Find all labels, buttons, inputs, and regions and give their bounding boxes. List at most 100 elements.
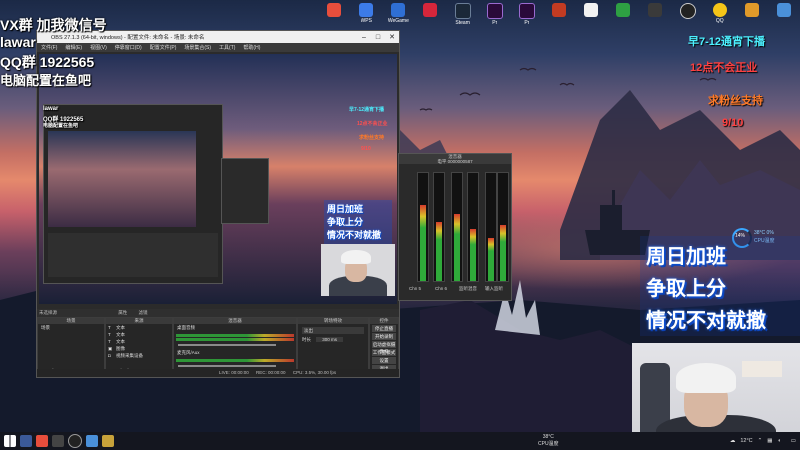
taskbar-app-icon[interactable] bbox=[36, 435, 48, 447]
stop-stream-button[interactable]: 停止直播 bbox=[372, 325, 396, 332]
menu-scene-collection[interactable]: 场景集合(S) bbox=[184, 44, 211, 51]
text-icon: T bbox=[108, 325, 111, 330]
nested-overlay-text: lawar bbox=[43, 106, 59, 112]
volume-slider[interactable] bbox=[178, 365, 276, 367]
menu-edit[interactable]: 编辑(E) bbox=[65, 44, 82, 51]
overlay-qq-text: QQ群 1922565 bbox=[0, 54, 95, 70]
weather-temp: 12°C bbox=[740, 438, 753, 444]
properties-button[interactable]: 属性 bbox=[118, 310, 127, 315]
no-source-label: 未选择源 bbox=[39, 310, 57, 315]
maximize-icon[interactable]: □ bbox=[371, 34, 385, 41]
duration-input[interactable]: 300 ms bbox=[316, 337, 344, 342]
advanced-mixer-panel[interactable]: 混音器 电平 0000000587 Chn 5 Chn 6 监听混音 输入监听 bbox=[398, 153, 512, 301]
mixer-channel[interactable] bbox=[433, 172, 445, 282]
nested-overlay-right: 求粉丝支持 bbox=[359, 135, 385, 141]
menu-profile[interactable]: 配置文件(P) bbox=[150, 44, 177, 51]
overlay-notice-text: 12点不会正业 bbox=[690, 62, 758, 74]
taskbar-obs-icon[interactable] bbox=[68, 434, 82, 448]
desktop-icon[interactable] bbox=[607, 0, 639, 30]
volume-slider[interactable] bbox=[178, 344, 276, 346]
taskbar-app-icon[interactable] bbox=[86, 435, 98, 447]
studio-mode-button[interactable]: 工作室模式 bbox=[372, 349, 396, 356]
source-item[interactable]: ▣ 图像 bbox=[106, 345, 172, 352]
windows-start-icon[interactable] bbox=[4, 435, 16, 447]
desktop-icon[interactable] bbox=[318, 0, 350, 30]
obs-preview[interactable]: lawar QQ群 1922565 电脑配置在鱼吧 早7-12通宵下播 12点不… bbox=[39, 54, 397, 304]
premiere-icon bbox=[486, 3, 503, 19]
mixer-channel[interactable] bbox=[467, 172, 479, 282]
taskbar-app-icon[interactable] bbox=[20, 435, 32, 447]
volume-icon[interactable]: ◖ bbox=[777, 438, 780, 444]
mixer-channel-label: 麦克风/Aux bbox=[177, 350, 200, 355]
obs-docks-area: 未选择源 属性 滤镜 场景 场景 + − ⌃ ⌄ 来源 T文本 T文本 T文本 … bbox=[37, 309, 399, 377]
desktop-icon[interactable] bbox=[639, 0, 671, 30]
desktop-icon[interactable]: Steam bbox=[447, 0, 479, 30]
level-bar bbox=[436, 221, 442, 281]
menu-docks[interactable]: 停靠窗口(D) bbox=[115, 44, 142, 51]
desktop-icon[interactable]: Pr bbox=[511, 0, 543, 30]
desktop-icon[interactable]: QQ bbox=[704, 0, 736, 30]
desktop-icon[interactable] bbox=[768, 0, 800, 30]
scene-item[interactable]: 场景 bbox=[38, 324, 104, 331]
app-icon bbox=[327, 3, 342, 17]
desktop-icon[interactable]: WPS bbox=[350, 0, 382, 30]
tray-chevron-icon[interactable]: ⌃ bbox=[758, 438, 763, 444]
filters-button[interactable]: 滤镜 bbox=[139, 310, 148, 315]
nested-overlay-right: 12点不会正业 bbox=[357, 121, 388, 127]
desktop-icon-row: WPS WeGame Steam Pr Pr QQ bbox=[318, 0, 800, 30]
menu-help[interactable]: 帮助(H) bbox=[243, 44, 260, 51]
steam-icon bbox=[454, 3, 471, 19]
source-item[interactable]: ◘ 视频采集设备 bbox=[106, 352, 172, 359]
close-icon[interactable]: ✕ bbox=[385, 33, 399, 41]
taskbar-app-icon[interactable] bbox=[52, 435, 64, 447]
menu-view[interactable]: 视图(V) bbox=[90, 44, 107, 51]
banner-panel: 周日加班 争取上分 情况不对就撤 bbox=[640, 236, 800, 336]
settings-button[interactable]: 设置 bbox=[372, 357, 396, 364]
channel-label: Chn 6 bbox=[435, 286, 448, 291]
overlay-rank-text: 9/10 bbox=[722, 117, 744, 129]
desktop-icon[interactable] bbox=[672, 0, 704, 30]
overlay-id-text: lawar bbox=[0, 34, 36, 50]
desktop-icon[interactable] bbox=[543, 0, 575, 30]
qq-icon bbox=[712, 3, 727, 17]
source-item[interactable]: T 文本 bbox=[106, 331, 172, 338]
menu-file[interactable]: 文件(F) bbox=[41, 44, 57, 51]
mixer-channel[interactable] bbox=[451, 172, 463, 282]
desktop-icon[interactable] bbox=[736, 0, 768, 30]
start-recording-button[interactable]: 开始录制 bbox=[372, 333, 396, 340]
sources-dock: 来源 T文本 T文本 T文本 ▣图像 ◘视频采集设备 + − ⚙ ⌃ ⌄ bbox=[105, 317, 173, 377]
nested-banner: 周日加班 争取上分 情况不对就撤 bbox=[324, 200, 392, 244]
mixer-channel[interactable] bbox=[417, 172, 429, 282]
desktop-icon[interactable] bbox=[414, 0, 446, 30]
overlay-config-text: 电脑配置在鱼吧 bbox=[0, 73, 92, 88]
menu-tools[interactable]: 工具(T) bbox=[219, 44, 235, 51]
nested-obs-window bbox=[43, 104, 223, 284]
audio-meter bbox=[176, 359, 294, 362]
notification-icon[interactable]: ▭ bbox=[791, 438, 796, 444]
transition-select[interactable]: 淡出 bbox=[302, 327, 364, 334]
desktop-icon[interactable]: WeGame bbox=[382, 0, 414, 30]
nested-obs-preview bbox=[48, 131, 196, 227]
mixer-channel[interactable] bbox=[485, 172, 497, 282]
level-bar bbox=[500, 224, 506, 281]
transitions-dock-header: 转场特效 bbox=[298, 318, 368, 324]
channel-label: 监听混音 bbox=[459, 286, 477, 291]
source-item[interactable]: T 文本 bbox=[106, 338, 172, 345]
network-icon[interactable]: ▦ bbox=[767, 438, 772, 444]
duration-label: 时长 bbox=[302, 337, 311, 342]
taskbar-app-icon[interactable] bbox=[102, 435, 114, 447]
source-item[interactable]: T 文本 bbox=[106, 324, 172, 331]
text-icon: T bbox=[108, 339, 111, 344]
text-icon: T bbox=[108, 332, 111, 337]
audio-meter bbox=[176, 338, 294, 341]
image-icon: ▣ bbox=[108, 346, 113, 351]
desktop-icon[interactable] bbox=[575, 0, 607, 30]
rec-status: REC: 00:00:00 bbox=[256, 370, 286, 375]
level-bar bbox=[420, 205, 426, 281]
taskbar: 38°C CPU温度 ☁ 12°C ⌃ ▦ ◖ ▭ bbox=[0, 432, 800, 450]
minimize-icon[interactable]: – bbox=[357, 34, 371, 41]
virtual-camera-button[interactable]: 启动虚拟摄像机 bbox=[372, 341, 396, 354]
audio-meter bbox=[176, 334, 294, 337]
mixer-channel[interactable] bbox=[497, 172, 509, 282]
desktop-icon[interactable]: Pr bbox=[479, 0, 511, 30]
